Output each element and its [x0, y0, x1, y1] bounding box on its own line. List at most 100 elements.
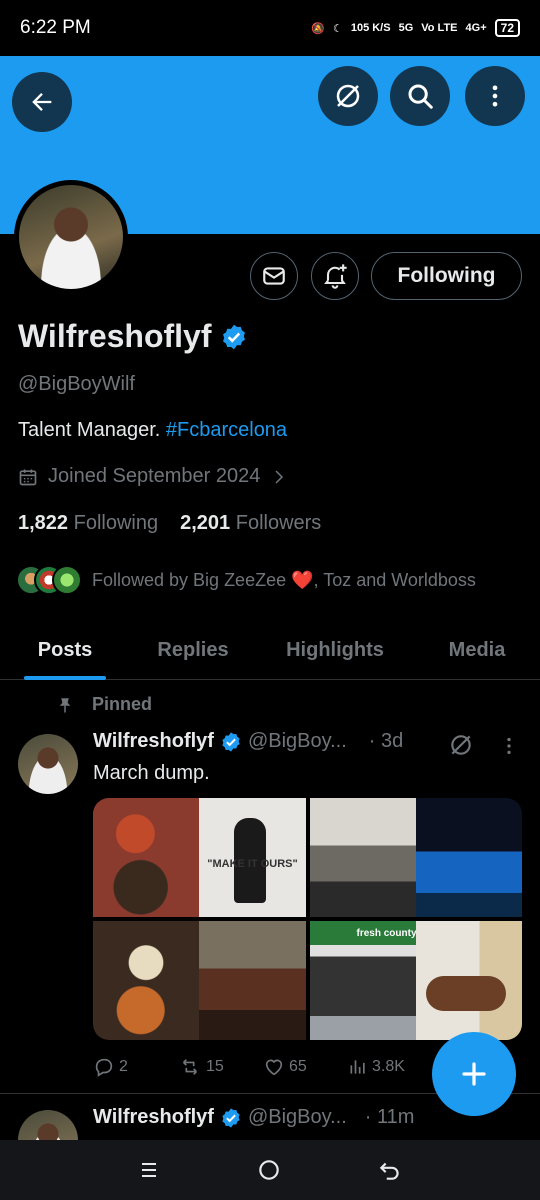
profile-tabs: Posts Replies Highlights Media [0, 620, 540, 680]
search-icon [408, 84, 433, 109]
reply-button[interactable]: 2 [93, 1056, 178, 1078]
tab-label: Media [448, 638, 506, 661]
calendar-icon [19, 469, 37, 485]
message-button[interactable] [250, 252, 298, 300]
post-header: Wilfreshoflyf @BigBoy... · 3d [93, 730, 403, 753]
store-sign: fresh county [353, 927, 420, 940]
grok-icon[interactable] [448, 732, 474, 758]
following-button[interactable]: Following [371, 252, 522, 300]
search-button[interactable] [390, 66, 450, 126]
tab-label: Posts [37, 638, 93, 661]
follow-counts: 1,822 Following 2,201 Followers [18, 512, 321, 535]
media-image[interactable]: fresh county [309, 921, 522, 1040]
media-photo-store: fresh county [309, 921, 420, 1040]
more-vertical-icon[interactable] [498, 734, 520, 758]
notify-button[interactable] [311, 252, 359, 300]
media-photo-mall [309, 798, 416, 917]
tab-label: Highlights [286, 638, 384, 661]
post-author-name[interactable]: Wilfreshoflyf [93, 730, 214, 753]
back-nav-icon[interactable] [377, 1157, 403, 1183]
post-actions: 2 15 65 3.8K [93, 1056, 433, 1078]
following-count: 1,822 [18, 512, 69, 534]
compose-button[interactable] [432, 1032, 516, 1116]
media-image[interactable] [309, 798, 522, 917]
avatar-image [19, 185, 123, 289]
like-button[interactable]: 65 [263, 1056, 348, 1078]
repost-icon [182, 1059, 198, 1075]
post-author-name[interactable]: Wilfreshoflyf [93, 1106, 214, 1129]
bio-hashtag-link[interactable]: #Fcbarcelona [166, 419, 287, 441]
chevron-right-icon [275, 469, 284, 484]
followed-by-row[interactable]: Followed by Big ZeeZee ❤️, Toz and World… [16, 565, 476, 595]
post-handle[interactable]: @BigBoy... [248, 1106, 347, 1129]
followed-by-text: Followed by Big ZeeZee ❤️, Toz and World… [92, 569, 476, 590]
tab-highlights[interactable]: Highlights [256, 620, 414, 680]
system-nav-bar [0, 1140, 540, 1200]
grok-icon [336, 84, 360, 108]
avatar [52, 565, 82, 595]
repost-count: 15 [206, 1058, 224, 1075]
post-time[interactable]: · 11m [365, 1106, 415, 1129]
like-count: 65 [289, 1058, 307, 1075]
media-image[interactable]: "MAKE IT OURS" [93, 798, 306, 917]
bell-plus-icon [324, 264, 347, 289]
post-text: March dump. [93, 762, 210, 784]
post-handle[interactable]: @BigBoy... [248, 730, 347, 753]
post-media-grid[interactable]: "MAKE IT OURS" fresh county [93, 798, 522, 1040]
followers-label: Followers [235, 512, 322, 534]
recents-icon[interactable] [137, 1158, 161, 1182]
net-volte: Vo LTE [421, 22, 458, 34]
tab-media[interactable]: Media [414, 620, 540, 680]
net-4g: 4G+ [465, 22, 487, 34]
media-photo-court [415, 798, 522, 917]
media-photo-food [93, 798, 200, 917]
media-image[interactable] [93, 921, 306, 1040]
post-time[interactable]: · 3d [369, 730, 403, 753]
back-button[interactable] [12, 72, 72, 132]
net-5g: 5G [398, 22, 414, 34]
plus-icon [462, 1062, 486, 1086]
pinned-label: Pinned [92, 694, 153, 714]
pinned-indicator: Pinned [56, 694, 152, 715]
profile-handle: @BigBoyWilf [18, 373, 135, 395]
tab-posts[interactable]: Posts [0, 620, 130, 680]
media-photo-restaurant [199, 921, 306, 1040]
moon-icon: ☾ [332, 22, 343, 35]
more-vertical-icon [492, 85, 498, 107]
battery-icon: 72 [494, 19, 520, 37]
net-speed: 105 K/S [350, 22, 391, 34]
reply-count: 2 [119, 1058, 128, 1075]
poster-text: "MAKE IT OURS" [207, 858, 298, 870]
profile-avatar[interactable] [14, 180, 128, 294]
views-icon [350, 1060, 365, 1074]
views-button[interactable]: 3.8K [348, 1056, 433, 1078]
status-bar: 6:22 PM 🔕 ☾ 105 K/S 5G Vo LTE 4G+ 72 [0, 0, 540, 56]
following-count-link[interactable]: 1,822 Following [18, 512, 158, 535]
home-icon[interactable] [256, 1157, 282, 1183]
verified-badge-icon [222, 1107, 240, 1128]
media-photo-drink [415, 921, 522, 1040]
repost-button[interactable]: 15 [178, 1056, 263, 1078]
profile-bio: Talent Manager. #Fcbarcelona [18, 419, 287, 442]
post-avatar[interactable] [18, 734, 78, 794]
tab-replies[interactable]: Replies [130, 620, 256, 680]
drink-hand [425, 976, 506, 1011]
followers-count-link[interactable]: 2,201 Followers [180, 512, 321, 535]
display-name-text: Wilfreshoflyf [18, 318, 212, 354]
views-count: 3.8K [372, 1058, 405, 1075]
pin-icon [59, 697, 71, 712]
profile-name: Wilfreshoflyf [18, 318, 248, 355]
following-label: Following [73, 512, 159, 534]
tab-label: Replies [157, 638, 229, 661]
media-photo-meal [93, 921, 200, 1040]
reply-icon [95, 1058, 113, 1077]
envelope-icon [263, 267, 285, 285]
media-photo-poster: "MAKE IT OURS" [199, 798, 306, 917]
status-icons: 🔕 ☾ 105 K/S 5G Vo LTE 4G+ 72 [311, 19, 520, 37]
follower-avatars [16, 565, 82, 595]
joined-date[interactable]: Joined September 2024 [18, 465, 288, 488]
verified-badge-icon [222, 731, 240, 752]
more-button[interactable] [465, 66, 525, 126]
heart-icon [265, 1059, 283, 1076]
grok-button[interactable] [318, 66, 378, 126]
